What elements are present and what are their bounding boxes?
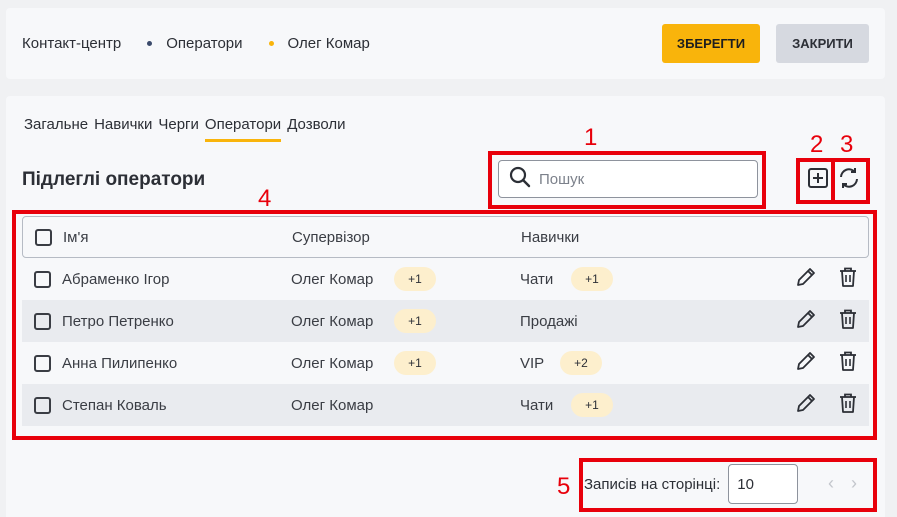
pagination: Записів на сторінці: (584, 464, 799, 504)
refresh-button[interactable] (835, 166, 863, 194)
edit-button[interactable] (794, 267, 818, 291)
top-bar: Контакт-центр Оператори Олег Комар ЗБЕРЕ… (6, 8, 885, 79)
table-row[interactable]: Петро Петренко Олег Комар +1 Продажі (22, 300, 869, 342)
breadcrumb-separator-dot-active (268, 41, 274, 46)
breadcrumb-item-operators[interactable]: Оператори (166, 35, 242, 52)
add-operator-button[interactable] (804, 166, 832, 194)
column-header-name[interactable]: Ім'я (63, 229, 88, 246)
skill-more-badge[interactable]: +2 (560, 351, 602, 375)
supervisor-name: Олег Комар (291, 270, 374, 288)
skill-name: Чати (520, 270, 554, 288)
trash-icon (837, 350, 859, 376)
column-header-supervisor[interactable]: Супервізор (292, 229, 370, 246)
main-panel: Загальне Навички Черги Оператори Дозволи… (6, 96, 885, 517)
row-checkbox[interactable] (34, 396, 51, 414)
annotation-label-3: 3 (840, 131, 854, 158)
edit-button[interactable] (794, 309, 818, 333)
tab-general[interactable]: Загальне (24, 116, 88, 142)
delete-button[interactable] (836, 309, 860, 333)
operator-name: Степан Коваль (62, 396, 167, 414)
pencil-icon (795, 266, 817, 292)
table-row[interactable]: Анна Пилипенко Олег Комар +1 VIP +2 (22, 342, 869, 384)
operator-name: Анна Пилипенко (62, 354, 178, 372)
trash-icon (837, 308, 859, 334)
search-input[interactable] (539, 170, 739, 188)
breadcrumb-item-contact-center[interactable]: Контакт-центр (22, 35, 121, 52)
delete-button[interactable] (836, 351, 860, 375)
breadcrumb-separator-dot (147, 41, 153, 46)
delete-button[interactable] (836, 393, 860, 417)
skill-name: VIP (520, 354, 545, 372)
refresh-icon (837, 166, 861, 195)
tab-operators[interactable]: Оператори (204, 116, 282, 142)
edit-button[interactable] (794, 351, 818, 375)
trash-icon (837, 266, 859, 292)
pencil-icon (795, 308, 817, 334)
tab-skills[interactable]: Навички (94, 116, 152, 142)
row-checkbox[interactable] (34, 354, 51, 372)
search-icon (509, 166, 531, 193)
supervisor-more-badge[interactable]: +1 (394, 309, 436, 333)
annotation-label-1: 1 (584, 124, 598, 151)
skill-more-badge[interactable]: +1 (571, 267, 613, 291)
column-header-skills[interactable]: Навички (521, 229, 579, 246)
pencil-icon (795, 392, 817, 418)
select-all-checkbox[interactable] (35, 228, 52, 246)
annotation-label-2: 2 (810, 131, 824, 158)
breadcrumb-item-current: Олег Комар (287, 35, 370, 52)
skill-more-badge[interactable]: +1 (571, 393, 613, 417)
supervisor-name: Олег Комар (291, 354, 374, 372)
operator-name: Петро Петренко (62, 312, 174, 330)
skill-name: Чати (520, 396, 554, 414)
operator-name: Абраменко Ігор (62, 270, 170, 288)
table-header: Ім'я Супервізор Навички (22, 216, 869, 258)
table-row[interactable]: Абраменко Ігор Олег Комар +1 Чати +1 (22, 258, 869, 300)
row-checkbox[interactable] (34, 270, 51, 288)
skill-name: Продажі (520, 312, 578, 330)
annotation-label-5: 5 (557, 473, 571, 500)
page-size-input[interactable] (728, 464, 799, 504)
save-button[interactable]: ЗБЕРЕГТИ (662, 24, 760, 63)
supervisor-more-badge[interactable]: +1 (394, 351, 436, 375)
breadcrumb: Контакт-центр Оператори Олег Комар (22, 35, 370, 52)
pencil-icon (795, 350, 817, 376)
edit-button[interactable] (794, 393, 818, 417)
page-size-label: Записів на сторінці: (584, 475, 721, 493)
plus-square-icon (807, 167, 829, 194)
chevron-left-icon[interactable]: ‹ (828, 473, 834, 494)
trash-icon (837, 392, 859, 418)
section-title: Підлеглі оператори (22, 169, 206, 190)
tab-bar: Загальне Навички Черги Оператори Дозволи (24, 116, 352, 142)
table-row[interactable]: Степан Коваль Олег Комар Чати +1 (22, 384, 869, 426)
delete-button[interactable] (836, 267, 860, 291)
search-box[interactable] (498, 160, 758, 198)
operators-table: Ім'я Супервізор Навички Абраменко Ігор О… (22, 216, 869, 426)
tab-queues[interactable]: Черги (158, 116, 199, 142)
chevron-right-icon[interactable]: › (851, 473, 857, 494)
row-checkbox[interactable] (34, 312, 51, 330)
supervisor-name: Олег Комар (291, 312, 374, 330)
supervisor-more-badge[interactable]: +1 (394, 267, 436, 291)
annotation-label-4: 4 (258, 185, 272, 212)
tab-permissions[interactable]: Дозволи (287, 116, 345, 142)
close-button[interactable]: ЗАКРИТИ (776, 24, 869, 63)
supervisor-name: Олег Комар (291, 396, 374, 414)
